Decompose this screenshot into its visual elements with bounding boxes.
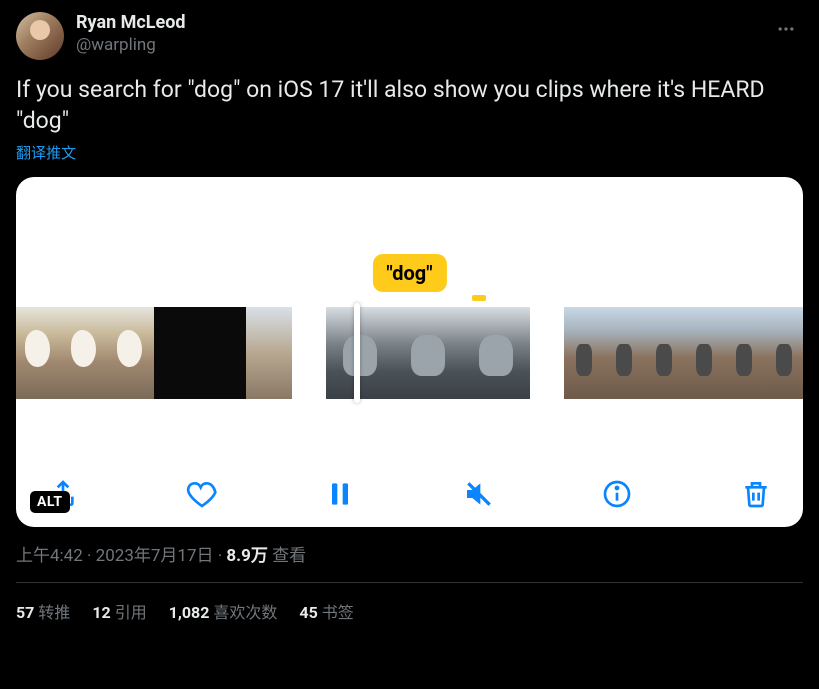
pause-button[interactable] — [321, 475, 359, 513]
quotes-stat[interactable]: 12引用 — [92, 599, 146, 623]
retweets-stat[interactable]: 57转推 — [16, 599, 70, 623]
search-tooltip: "dog" — [372, 254, 446, 292]
ellipsis-icon — [776, 19, 796, 39]
clip-thumbnail — [16, 307, 62, 399]
tweet: Ryan McLeod @warpling If you search for … — [0, 0, 819, 639]
display-name: Ryan McLeod — [76, 12, 757, 35]
clip-thumbnail — [200, 307, 246, 399]
clip-thumbnail — [644, 307, 684, 399]
info-button[interactable] — [598, 475, 636, 513]
clip-group — [564, 307, 803, 399]
handle: @warpling — [76, 35, 757, 56]
clip-thumbnail — [462, 307, 530, 399]
heart-icon — [186, 478, 218, 510]
tweet-text: If you search for "dog" on iOS 17 it'll … — [16, 74, 803, 136]
clip-thumbnail — [764, 307, 803, 399]
trash-icon — [740, 478, 772, 510]
views-label: 查看 — [268, 546, 306, 566]
clip-thumbnail — [684, 307, 724, 399]
scrubber-match-marker — [472, 295, 486, 301]
info-icon — [601, 478, 633, 510]
clip-thumbnail — [604, 307, 644, 399]
tweet-date[interactable]: 2023年7月17日 — [96, 546, 214, 566]
clip-thumbnail — [564, 307, 604, 399]
tweet-header: Ryan McLeod @warpling — [16, 12, 803, 60]
clip-thumbnail — [154, 307, 200, 399]
clip-thumbnail — [108, 307, 154, 399]
clip-thumbnail — [246, 307, 292, 399]
views-count: 8.9万 — [226, 546, 267, 566]
video-scrubber[interactable] — [16, 307, 803, 399]
alt-badge[interactable]: ALT — [30, 491, 70, 513]
likes-stat[interactable]: 1,082喜欢次数 — [169, 599, 278, 623]
tweet-time[interactable]: 上午4:42 — [16, 546, 83, 566]
avatar[interactable] — [16, 12, 64, 60]
author-names[interactable]: Ryan McLeod @warpling — [76, 12, 757, 56]
playhead[interactable] — [354, 303, 360, 403]
clip-thumbnail — [62, 307, 108, 399]
clip-thumbnail — [394, 307, 462, 399]
tweet-stats: 57转推 12引用 1,082喜欢次数 45书签 — [16, 583, 803, 627]
favorite-button[interactable] — [183, 475, 221, 513]
clip-group — [16, 307, 292, 399]
delete-button[interactable] — [737, 475, 775, 513]
clip-thumbnail — [724, 307, 764, 399]
speaker-muted-icon — [463, 478, 495, 510]
more-button[interactable] — [769, 12, 803, 46]
clip-thumbnail — [326, 307, 394, 399]
bookmarks-stat[interactable]: 45书签 — [299, 599, 353, 623]
translate-link[interactable]: 翻译推文 — [16, 142, 76, 163]
mute-button[interactable] — [460, 475, 498, 513]
video-toolbar — [16, 475, 803, 513]
media-attachment[interactable]: "dog" — [16, 177, 803, 527]
pause-icon — [324, 478, 356, 510]
tweet-meta: 上午4:42 · 2023年7月17日 · 8.9万 查看 — [16, 541, 803, 583]
